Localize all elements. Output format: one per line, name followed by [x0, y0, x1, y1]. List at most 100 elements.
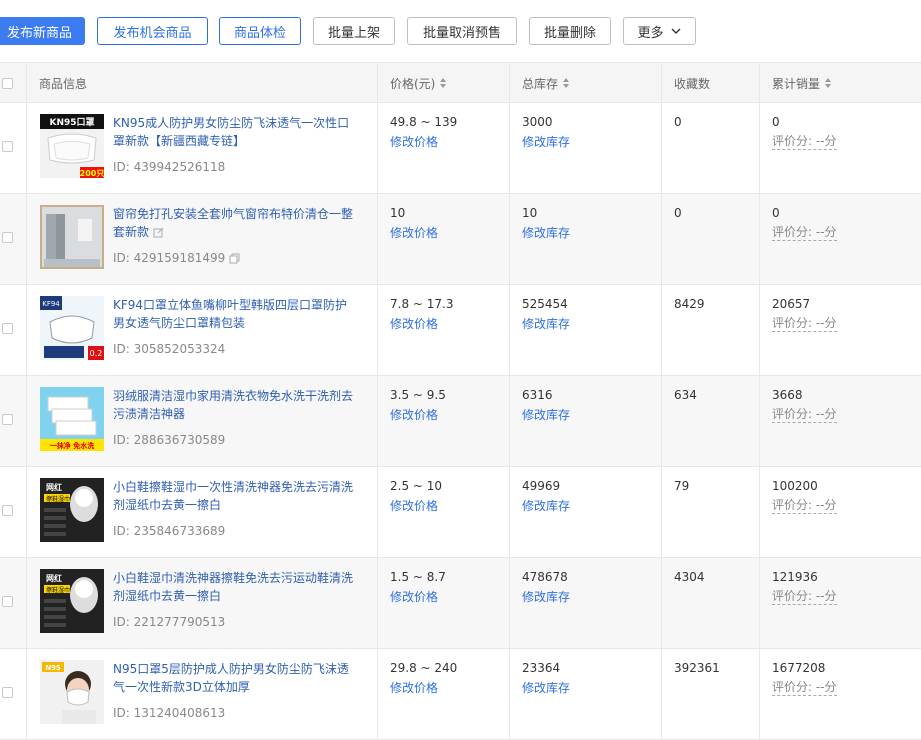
edit-price-link[interactable]: 修改价格: [390, 224, 438, 241]
favorites-count: 392361: [674, 661, 720, 675]
header-stock-label: 总库存: [522, 76, 559, 91]
product-title: KN95成人防护男女防尘防飞沫透气一次性口罩新款【新疆西藏专链】: [113, 116, 350, 148]
product-thumbnail[interactable]: 一抹净 免水洗: [40, 387, 104, 451]
product-id-text: ID: 439942526118: [113, 160, 226, 174]
price-range: 10: [390, 206, 406, 220]
row-checkbox[interactable]: [2, 414, 13, 425]
row-checkbox[interactable]: [2, 596, 13, 607]
stock-value: 49969: [522, 479, 561, 493]
product-title-link[interactable]: N95口罩5层防护成人防护男女防尘防飞沫透气一次性新款3D立体加厚: [113, 660, 353, 696]
stock-value: 525454: [522, 297, 568, 311]
product-thumbnail[interactable]: 网红 擦鞋湿巾: [40, 569, 104, 633]
column-divider: [661, 62, 662, 740]
stock-value: 23364: [522, 661, 561, 675]
row-checkbox[interactable]: [2, 323, 13, 334]
edit-stock-link[interactable]: 修改库存: [522, 133, 570, 150]
product-title-link[interactable]: KF94口罩立体鱼嘴柳叶型韩版四层口罩防护男女透气防尘口罩精包装: [113, 296, 353, 332]
product-id-text: ID: 131240408613: [113, 706, 226, 720]
table-header: 商品信息 价格(元) 总库存 收藏数 累计销量: [0, 62, 921, 103]
rating-score: 评价分: --分: [772, 134, 837, 150]
edit-stock-link[interactable]: 修改库存: [522, 406, 570, 423]
row-checkbox[interactable]: [2, 505, 13, 516]
toolbar: 发布新商品 发布机会商品 商品体检 批量上架 批量取消预售 批量删除 更多: [0, 0, 921, 62]
edit-stock-link[interactable]: 修改库存: [522, 679, 570, 696]
product-thumbnail[interactable]: [40, 205, 104, 269]
favorites-count: 634: [674, 388, 697, 402]
header-stock[interactable]: 总库存: [522, 63, 570, 103]
header-sales-label: 累计销量: [772, 76, 821, 91]
product-thumbnail[interactable]: N95: [40, 660, 104, 724]
edit-price-link[interactable]: 修改价格: [390, 133, 438, 150]
product-title-link[interactable]: 羽绒服清洁湿巾家用清洗衣物免水洗干洗剂去污渍清洁神器: [113, 387, 353, 423]
row-checkbox[interactable]: [2, 141, 13, 152]
sort-icon[interactable]: [440, 78, 447, 88]
edit-price-link[interactable]: 修改价格: [390, 588, 438, 605]
sort-icon[interactable]: [563, 78, 570, 88]
edit-price-link[interactable]: 修改价格: [390, 679, 438, 696]
product-thumbnail[interactable]: KF94 0.2: [40, 296, 104, 360]
sort-icon[interactable]: [825, 78, 832, 88]
price-range: 1.5 ~ 8.7: [390, 570, 446, 584]
header-price-label: 价格(元): [390, 76, 436, 91]
table-row: 窗帘免打孔安装全套帅气窗帘布特价清仓一整套新款 ID: 429159181499…: [0, 194, 921, 285]
svg-text:一抹净 免水洗: 一抹净 免水洗: [50, 441, 94, 450]
product-title: 窗帘免打孔安装全套帅气窗帘布特价清仓一整套新款: [113, 207, 354, 239]
product-id: ID: 221277790513: [113, 615, 225, 629]
product-title-link[interactable]: 小白鞋擦鞋湿巾一次性清洗神器免洗去污清洗剂湿纸巾去黄一擦白: [113, 478, 353, 514]
edit-stock-link[interactable]: 修改库存: [522, 588, 570, 605]
publish-product-button[interactable]: 发布新商品: [0, 17, 85, 45]
svg-text:KN95口罩: KN95口罩: [49, 116, 94, 128]
column-divider: [377, 62, 378, 740]
product-title-link[interactable]: 窗帘免打孔安装全套帅气窗帘布特价清仓一整套新款: [113, 205, 353, 241]
product-id: ID: 305852053324: [113, 342, 225, 356]
product-check-button[interactable]: 商品体检: [219, 17, 301, 45]
edit-stock-link[interactable]: 修改库存: [522, 497, 570, 514]
batch-delete-button[interactable]: 批量删除: [529, 17, 611, 45]
copy-icon[interactable]: [229, 253, 240, 264]
edit-price-link[interactable]: 修改价格: [390, 315, 438, 332]
edit-price-link[interactable]: 修改价格: [390, 406, 438, 423]
product-thumbnail[interactable]: 网红 擦鞋湿巾: [40, 478, 104, 542]
edit-stock-link[interactable]: 修改库存: [522, 224, 570, 241]
product-id-text: ID: 305852053324: [113, 342, 226, 356]
product-thumbnail[interactable]: KN95口罩 200只: [40, 114, 104, 178]
product-title: KF94口罩立体鱼嘴柳叶型韩版四层口罩防护男女透气防尘口罩精包装: [113, 298, 348, 330]
batch-list-button[interactable]: 批量上架: [313, 17, 395, 45]
publish-opportunity-button[interactable]: 发布机会商品: [97, 17, 208, 45]
header-sales[interactable]: 累计销量: [772, 63, 832, 103]
product-title-link[interactable]: KN95成人防护男女防尘防飞沫透气一次性口罩新款【新疆西藏专链】: [113, 114, 353, 150]
edit-stock-link[interactable]: 修改库存: [522, 315, 570, 332]
sales-count: 121936: [772, 570, 818, 584]
product-title: 小白鞋擦鞋湿巾一次性清洗神器免洗去污清洗剂湿纸巾去黄一擦白: [113, 480, 354, 512]
rating-score: 评价分: --分: [772, 498, 837, 514]
product-id: ID: 439942526118: [113, 160, 225, 174]
svg-text:擦鞋湿巾: 擦鞋湿巾: [46, 586, 70, 594]
rating-score: 评价分: --分: [772, 680, 837, 696]
column-divider: [26, 62, 27, 740]
price-range: 2.5 ~ 10: [390, 479, 443, 493]
product-id-text: ID: 429159181499: [113, 251, 226, 265]
column-divider: [759, 62, 760, 740]
table-row: KF94 0.2 KF94口罩立体鱼嘴柳叶型韩版四层口罩防护男女透气防尘口罩精包…: [0, 285, 921, 376]
product-title-link[interactable]: 小白鞋湿巾清洗神器擦鞋免洗去污运动鞋清洗剂湿纸巾去黄一擦白: [113, 569, 353, 605]
more-dropdown-button[interactable]: 更多: [623, 17, 696, 45]
product-title: N95口罩5层防护成人防护男女防尘防飞沫透气一次性新款3D立体加厚: [113, 662, 349, 694]
header-price[interactable]: 价格(元): [390, 63, 447, 103]
svg-text:网红: 网红: [46, 573, 62, 583]
edit-price-link[interactable]: 修改价格: [390, 497, 438, 514]
favorites-count: 79: [674, 479, 690, 493]
edit-icon[interactable]: [153, 227, 164, 238]
stock-value: 3000: [522, 115, 553, 129]
table-row: 网红 擦鞋湿巾 小白鞋湿巾清洗神器擦鞋免洗去污运动鞋清洗剂湿纸巾去黄一擦白 ID…: [0, 558, 921, 649]
rating-score: 评价分: --分: [772, 225, 837, 241]
row-checkbox[interactable]: [2, 232, 13, 243]
batch-cancel-presale-button[interactable]: 批量取消预售: [407, 17, 517, 45]
product-id: ID: 429159181499: [113, 251, 240, 265]
select-all-checkbox[interactable]: [2, 63, 13, 103]
favorites-count: 0: [674, 206, 682, 220]
rating-score: 评价分: --分: [772, 316, 837, 332]
product-id: ID: 288636730589: [113, 433, 225, 447]
rating-score: 评价分: --分: [772, 589, 837, 605]
row-checkbox[interactable]: [2, 687, 13, 698]
product-id: ID: 131240408613: [113, 706, 225, 720]
